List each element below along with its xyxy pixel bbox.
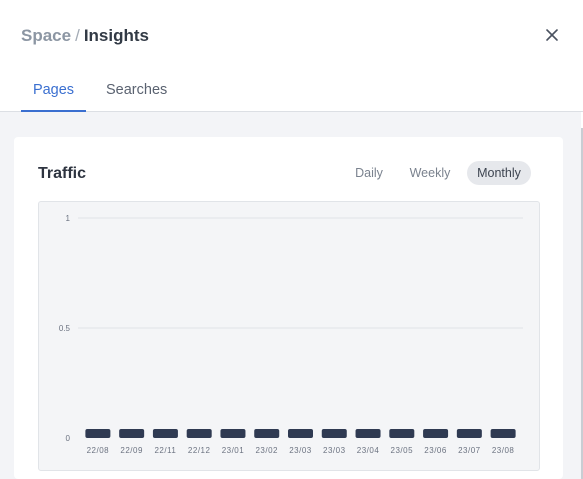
card-title: Traffic (38, 165, 87, 182)
breadcrumb-insights: Insights (83, 26, 149, 45)
range-daily-button[interactable]: Daily (348, 161, 390, 185)
bar (490, 429, 516, 438)
bar (389, 429, 415, 438)
close-button[interactable] (543, 26, 561, 44)
bar (254, 429, 280, 438)
range-monthly-button[interactable]: Monthly (467, 161, 531, 185)
breadcrumb-space[interactable]: Space (21, 26, 71, 45)
bar (288, 429, 313, 438)
range-weekly-button[interactable]: Weekly (403, 161, 457, 185)
x-tick-label: 23/02 (255, 446, 278, 455)
bar (119, 429, 145, 438)
close-icon (546, 29, 558, 41)
bar (152, 429, 178, 438)
tab-bar: Pages Searches (0, 72, 583, 112)
traffic-card: Traffic Daily Weekly Monthly 1 0.5 0 22/08 2… (14, 137, 563, 479)
x-tick-label: 22/08 (87, 446, 110, 455)
breadcrumb-separator: / (75, 26, 80, 45)
chart-svg: 1 0.5 0 22/08 22/09 22/11 22/12 23/01 23/02 23/03… (59, 214, 523, 455)
modal-header: Space / Insights (0, 0, 583, 72)
tab-searches[interactable]: Searches (106, 82, 167, 98)
x-tick-label: 22/09 (120, 446, 143, 455)
x-tick-label: 23/03 (323, 446, 346, 455)
breadcrumb: Space / Insights (21, 26, 149, 46)
y-tick-label: 0.5 (59, 324, 71, 333)
bar (456, 429, 482, 438)
bar (220, 429, 246, 438)
x-tick-label: 22/11 (154, 446, 176, 455)
x-tick-label: 23/03 (289, 446, 312, 455)
y-tick-label: 1 (66, 214, 71, 223)
x-tick-label: 23/05 (391, 446, 414, 455)
bar (423, 429, 449, 438)
bar (321, 429, 347, 438)
bar (186, 429, 212, 438)
tab-pages[interactable]: Pages (21, 82, 86, 112)
x-tick-label: 23/01 (222, 446, 245, 455)
traffic-chart: 1 0.5 0 22/08 22/09 22/11 22/12 23/01 23/02 23/03… (38, 201, 540, 471)
x-tick-label: 23/07 (458, 446, 481, 455)
x-tick-label: 23/06 (424, 446, 447, 455)
y-tick-label: 0 (66, 434, 71, 443)
x-tick-label: 23/04 (357, 446, 380, 455)
bar (85, 429, 111, 438)
x-tick-label: 23/08 (492, 446, 515, 455)
bar (355, 429, 381, 438)
x-tick-label: 22/12 (188, 446, 211, 455)
